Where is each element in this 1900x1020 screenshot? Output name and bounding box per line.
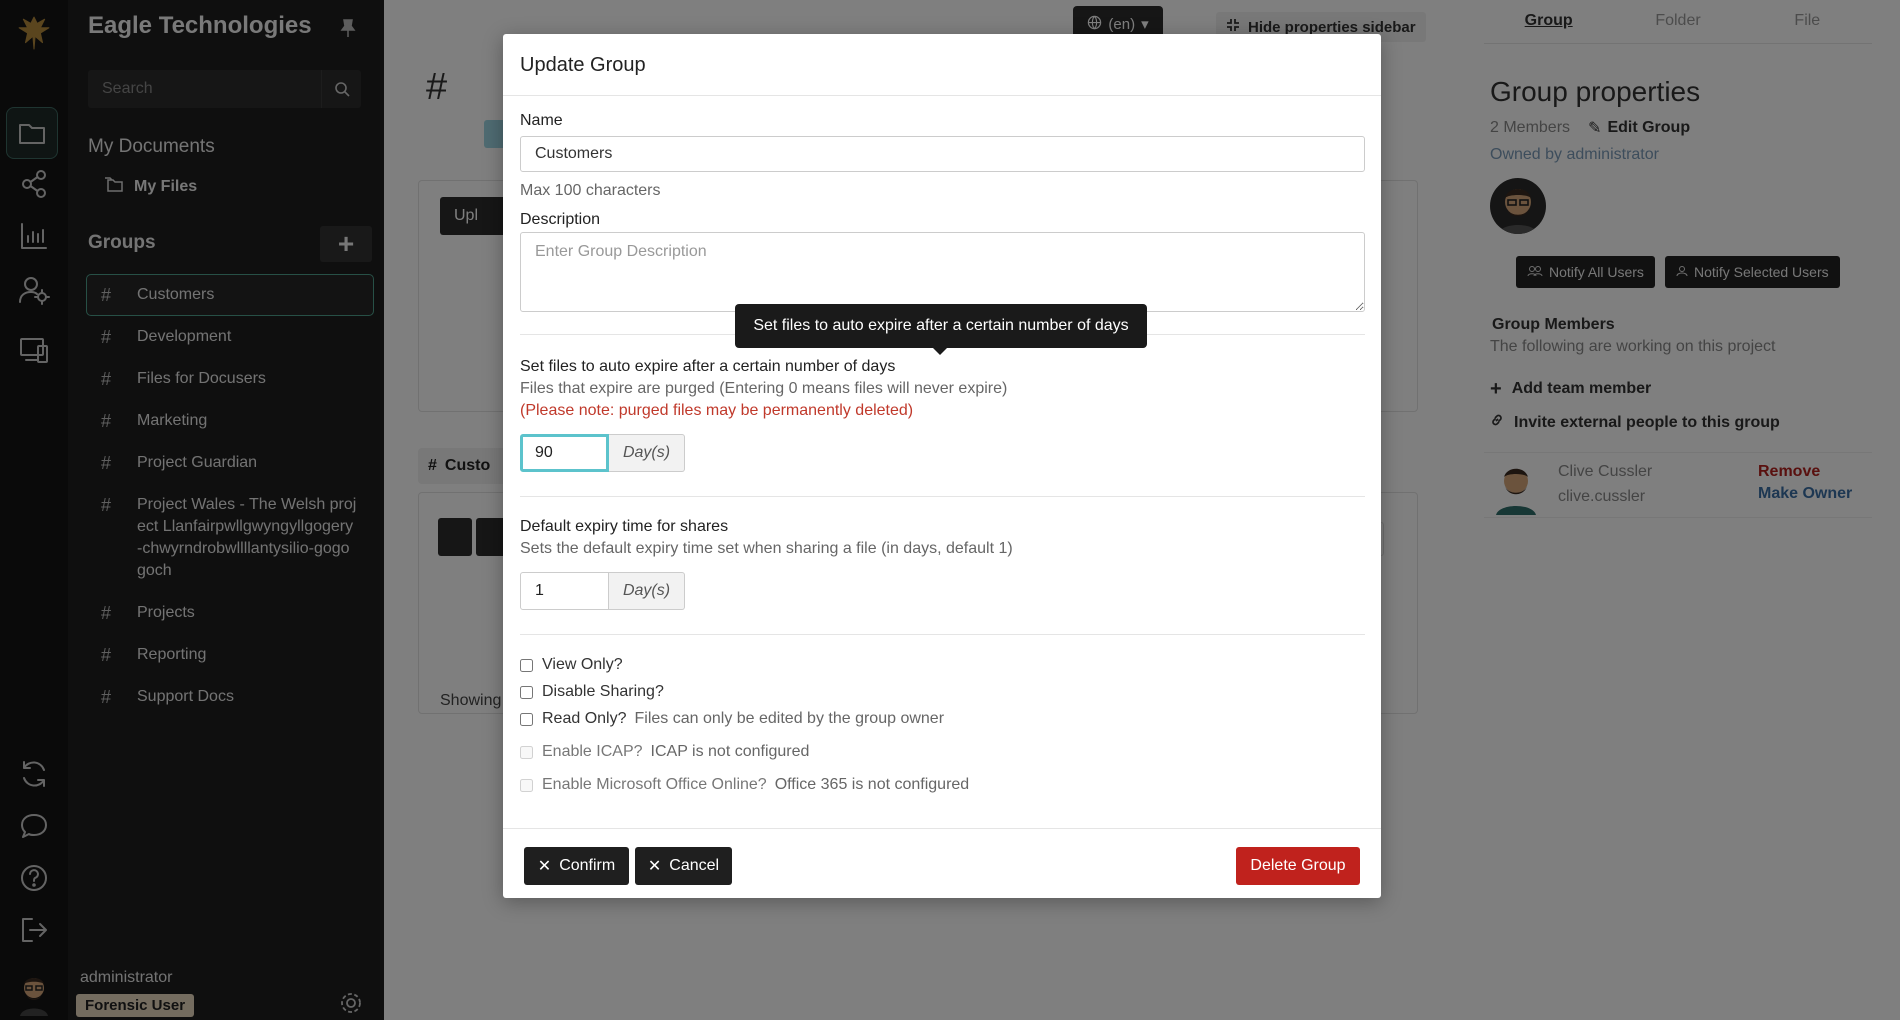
close-icon: ✕ xyxy=(537,858,552,875)
disable-sharing-option[interactable]: Disable Sharing? xyxy=(520,683,664,701)
description-textarea[interactable] xyxy=(520,232,1365,312)
auto-expire-label: Set files to auto expire after a certain… xyxy=(520,358,896,375)
auto-expire-tooltip: Set files to auto expire after a certain… xyxy=(735,304,1147,355)
cancel-label: Cancel xyxy=(669,857,720,874)
read-only-label: Read Only? xyxy=(542,710,627,727)
read-only-checkbox[interactable] xyxy=(520,712,533,726)
divider xyxy=(520,634,1365,635)
disable-sharing-label: Disable Sharing? xyxy=(542,683,664,700)
name-hint: Max 100 characters xyxy=(520,182,661,199)
enable-office-online-option: Enable Microsoft Office Online? Office 3… xyxy=(520,776,969,794)
auto-expire-warning: (Please note: purged files may be perman… xyxy=(520,402,914,419)
close-icon: ✕ xyxy=(647,858,662,875)
days-addon: Day(s) xyxy=(609,572,685,610)
auto-expire-input-group: Day(s) xyxy=(520,434,685,472)
view-only-label: View Only? xyxy=(542,656,623,673)
delete-group-button[interactable]: Delete Group xyxy=(1236,847,1360,885)
dialog-title: Update Group xyxy=(503,34,1381,96)
enable-office-online-checkbox xyxy=(520,778,533,792)
auto-expire-days-input[interactable] xyxy=(520,434,609,472)
enable-office-label: Enable Microsoft Office Online? xyxy=(542,776,767,793)
share-expiry-hint: Sets the default expiry time set when sh… xyxy=(520,540,1013,557)
delete-label: Delete Group xyxy=(1250,857,1346,874)
office-sublabel: Office 365 is not configured xyxy=(774,776,970,793)
name-label: Name xyxy=(520,112,563,129)
read-only-option[interactable]: Read Only? Files can only be edited by t… xyxy=(520,710,944,728)
view-only-checkbox[interactable] xyxy=(520,658,533,672)
dialog-footer: ✕ Confirm ✕ Cancel Delete Group xyxy=(503,828,1381,898)
enable-icap-label: Enable ICAP? xyxy=(542,743,643,760)
auto-expire-hint: Files that expire are purged (Entering 0… xyxy=(520,380,1008,397)
enable-icap-checkbox xyxy=(520,745,533,759)
share-expiry-input-group: Day(s) xyxy=(520,572,685,610)
group-name-input[interactable] xyxy=(520,136,1365,172)
share-expiry-days-input[interactable] xyxy=(520,572,609,610)
confirm-label: Confirm xyxy=(559,857,616,874)
icap-sublabel: ICAP is not configured xyxy=(650,743,810,760)
read-only-sublabel: Files can only be edited by the group ow… xyxy=(634,710,945,727)
days-addon: Day(s) xyxy=(609,434,685,472)
disable-sharing-checkbox[interactable] xyxy=(520,685,533,699)
cancel-button[interactable]: ✕ Cancel xyxy=(635,847,732,885)
update-group-dialog: Update Group Name Max 100 characters Des… xyxy=(503,34,1381,898)
enable-icap-option: Enable ICAP? ICAP is not configured xyxy=(520,743,809,761)
share-expiry-label: Default expiry time for shares xyxy=(520,518,729,535)
description-label: Description xyxy=(520,211,601,228)
view-only-option[interactable]: View Only? xyxy=(520,656,623,674)
confirm-button[interactable]: ✕ Confirm xyxy=(524,847,629,885)
divider xyxy=(520,496,1365,497)
